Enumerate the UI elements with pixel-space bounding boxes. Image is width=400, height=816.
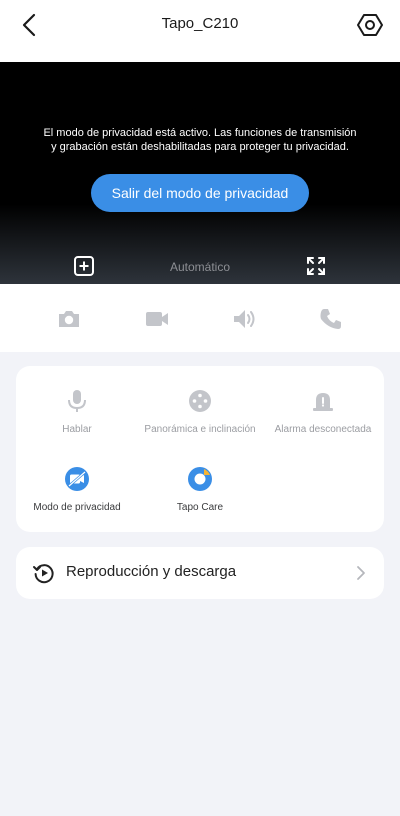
phone-icon[interactable] (318, 306, 344, 332)
feature-label: Modo de privacidad (33, 502, 121, 513)
chevron-right-icon (357, 566, 365, 580)
fullscreen-icon[interactable] (304, 254, 328, 278)
playback-label: Reproducción y descarga (66, 563, 237, 580)
action-toolbar (0, 284, 400, 352)
microphone-icon (68, 390, 86, 412)
video-controls: Automático (0, 252, 400, 282)
pan-tilt-icon (189, 390, 211, 412)
feature-label: Hablar (62, 424, 92, 435)
talk-button[interactable]: Hablar (16, 388, 138, 435)
feature-card: Hablar Panorámica e inclinación Alarma d… (16, 366, 384, 532)
camera-icon[interactable] (56, 306, 82, 332)
alarm-icon (313, 393, 333, 411)
tapo-care-icon (188, 467, 212, 491)
privacy-message: El modo de privacidad está activo. Las f… (43, 127, 357, 153)
privacy-mode-button[interactable]: Modo de privacidad (16, 466, 138, 513)
tapo-care-button[interactable]: Tapo Care (139, 466, 261, 513)
feature-label: Alarma desconectada (274, 424, 372, 435)
speaker-icon[interactable] (231, 306, 257, 332)
page-title: Tapo_C210 (161, 15, 239, 32)
settings-icon[interactable] (354, 10, 386, 42)
top-bar: Tapo_C210 (0, 0, 400, 62)
quality-selector[interactable]: Automático (0, 260, 400, 274)
feature-label: Tapo Care (176, 502, 224, 513)
privacy-icon (65, 467, 89, 491)
feature-label: Panorámica e inclinación (144, 424, 256, 435)
video-record-icon[interactable] (144, 306, 170, 332)
alarm-button[interactable]: Alarma desconectada (262, 388, 384, 435)
live-view: El modo de privacidad está activo. Las f… (0, 62, 400, 284)
exit-privacy-button[interactable]: Salir del modo de privacidad (91, 174, 309, 212)
playback-icon (33, 564, 54, 584)
pan-tilt-button[interactable]: Panorámica e inclinación (139, 388, 261, 435)
playback-row[interactable]: Reproducción y descarga (16, 547, 384, 599)
